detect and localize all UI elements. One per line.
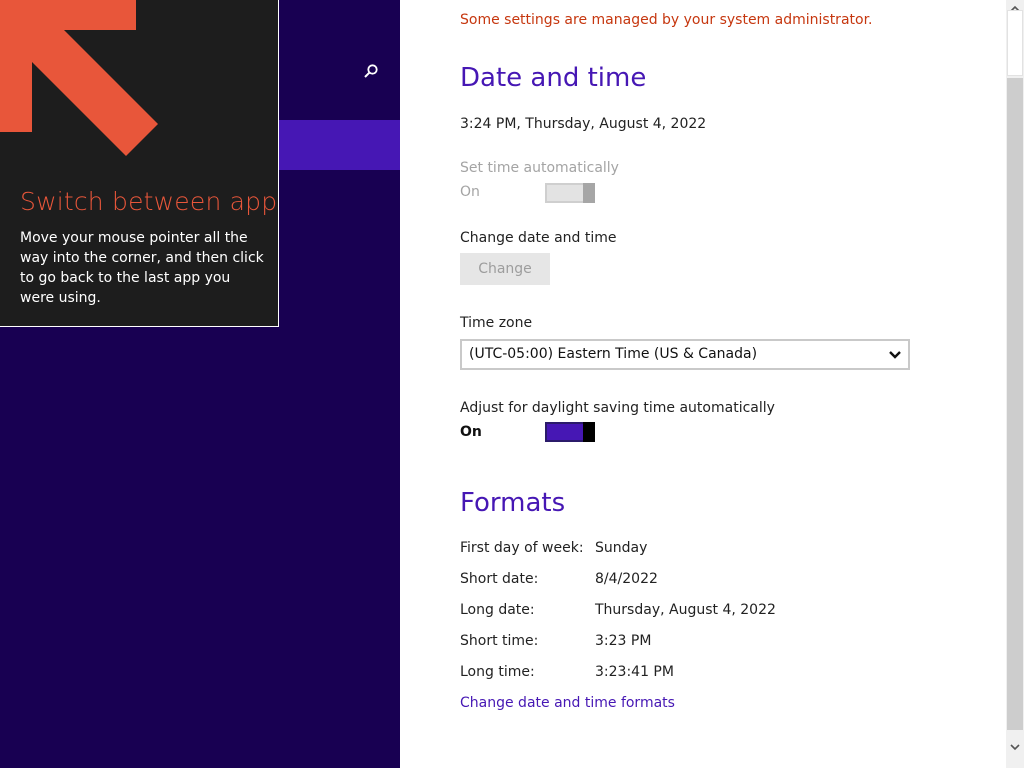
format-value-long-date: Thursday, August 4, 2022 xyxy=(595,602,776,618)
format-label-first-day: First day of week: xyxy=(460,540,584,556)
time-zone-label: Time zone xyxy=(460,315,533,331)
format-label-short-time: Short time: xyxy=(460,633,539,649)
current-datetime: 3:24 PM, Thursday, August 4, 2022 xyxy=(460,116,707,132)
format-value-short-date: 8/4/2022 xyxy=(595,571,658,587)
set-time-auto-label: Set time automatically xyxy=(460,160,619,176)
change-formats-link[interactable]: Change date and time formats xyxy=(460,695,675,711)
set-time-auto-toggle[interactable] xyxy=(545,183,595,203)
search-icon xyxy=(364,64,378,78)
format-label-long-time: Long time: xyxy=(460,664,535,680)
time-zone-value: (UTC-05:00) Eastern Time (US & Canada) xyxy=(469,346,758,362)
format-value-first-day: Sunday xyxy=(595,540,648,556)
toggle-thumb xyxy=(583,183,595,203)
date-time-heading: Date and time xyxy=(460,63,647,93)
format-label-short-date: Short date: xyxy=(460,571,539,587)
format-value-short-time: 3:23 PM xyxy=(595,633,652,649)
format-value-long-time: 3:23:41 PM xyxy=(595,664,674,680)
set-time-auto-state: On xyxy=(460,184,480,200)
vertical-scrollbar[interactable] xyxy=(1006,0,1024,768)
tip-overlay: Switch between apps Move your mouse poin… xyxy=(0,0,279,327)
dst-label: Adjust for daylight saving time automati… xyxy=(460,400,775,416)
tip-title: Switch between apps xyxy=(20,187,279,216)
time-zone-select[interactable]: (UTC-05:00) Eastern Time (US & Canada) xyxy=(460,339,910,370)
admin-notice: Some settings are managed by your system… xyxy=(460,12,873,28)
chevron-down-icon xyxy=(1010,744,1020,751)
change-button[interactable]: Change xyxy=(460,253,550,285)
formats-heading: Formats xyxy=(460,488,566,518)
format-label-long-date: Long date: xyxy=(460,602,535,618)
chevron-down-icon xyxy=(889,351,901,359)
arrow-up-left-icon xyxy=(0,0,158,156)
dst-toggle[interactable] xyxy=(545,422,595,442)
dst-state: On xyxy=(460,424,482,440)
scroll-track[interactable] xyxy=(1007,78,1023,730)
scroll-down-button[interactable] xyxy=(1006,736,1024,758)
toggle-thumb xyxy=(583,422,595,442)
settings-content: Some settings are managed by your system… xyxy=(400,0,1006,768)
search-button[interactable] xyxy=(356,56,386,86)
scroll-thumb[interactable] xyxy=(1007,10,1023,76)
tip-body: Move your mouse pointer all the way into… xyxy=(20,230,264,306)
change-date-time-label: Change date and time xyxy=(460,230,617,246)
